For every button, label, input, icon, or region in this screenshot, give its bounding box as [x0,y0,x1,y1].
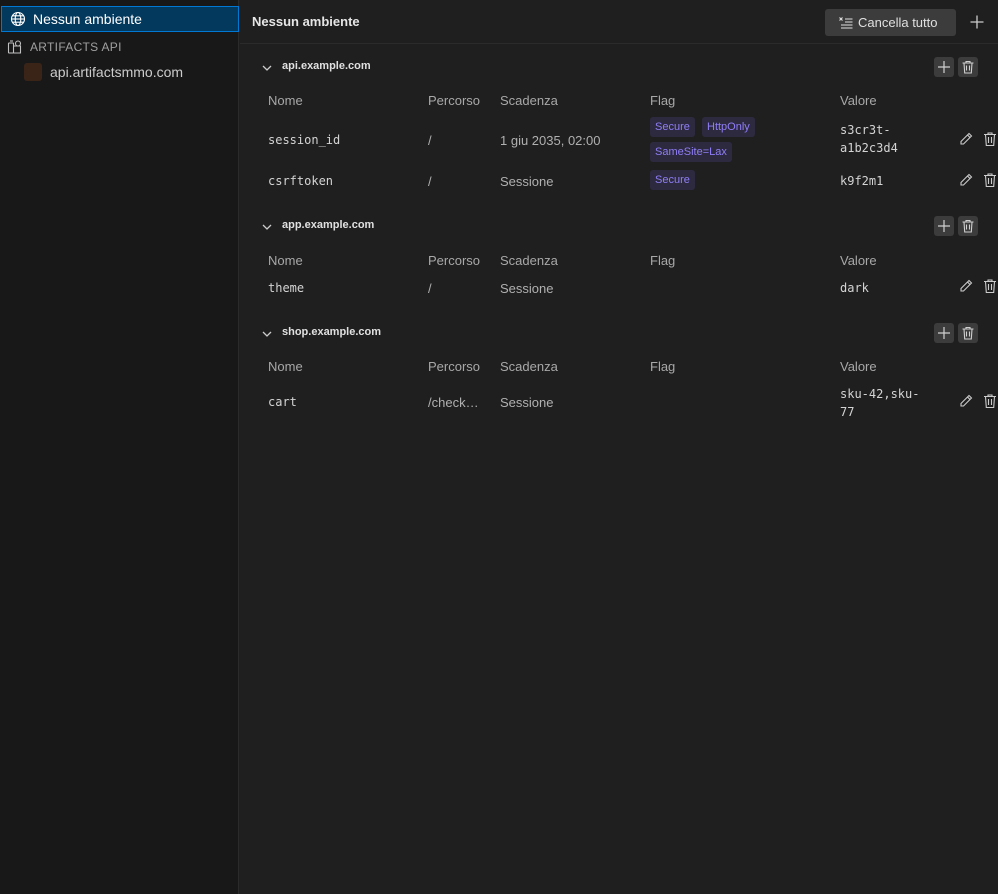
cookie-value: k9f2m1 [840,174,884,188]
column-header-value: Valore [840,93,877,108]
page-title: Nessun ambiente [252,14,360,29]
main-panel: Nessun ambiente Cancella tutto api.examp… [240,0,998,894]
pencil-icon[interactable] [958,172,974,188]
cookie-name: theme [268,281,305,295]
flag-badge: Secure [650,117,695,137]
cookie-expires: 1 giu 2035, 02:00 [500,133,601,148]
trash-icon [961,60,975,74]
add-cookie-button[interactable] [934,216,954,236]
globe-icon [10,11,26,27]
clear-all-label: Cancella tutto [858,15,938,30]
column-header-value: Valore [840,359,877,374]
collection-icon [7,39,23,55]
domain-title: api.example.com [282,60,371,72]
chevron-down-icon[interactable] [260,327,274,341]
trash-icon [961,219,975,233]
domain-title: shop.example.com [282,326,382,338]
column-header-name: Nome [268,253,303,268]
trash-icon[interactable] [982,393,998,409]
column-header-expires: Scadenza [500,253,558,268]
sidebar-item-no-environment[interactable]: Nessun ambiente [1,6,239,32]
plus-icon [937,60,951,74]
flag-badge: Secure [650,170,695,190]
add-cookie-button[interactable] [967,12,987,32]
clear-all-button[interactable]: Cancella tutto [825,9,956,36]
cookie-path: / [428,174,432,189]
sidebar-item-label: api.artifactsmmo.com [50,64,184,80]
sidebar-group-artifacts-api[interactable]: ARTIFACTS API [0,37,238,57]
column-header-expires: Scadenza [500,93,558,108]
column-header-value: Valore [840,253,877,268]
column-header-flags: Flag [650,359,676,374]
flag-badge: SameSite=Lax [650,142,732,162]
trash-icon[interactable] [982,131,998,147]
column-header-expires: Scadenza [500,359,558,374]
section-header: api.example.com [240,57,998,77]
pencil-icon[interactable] [958,278,974,294]
pencil-icon[interactable] [958,131,974,147]
chevron-down-icon[interactable] [260,220,274,234]
cookie-value: dark [840,281,869,295]
sidebar: Nessun ambiente ARTIFACTS API api.artifa… [0,0,239,894]
column-header-path: Percorso [428,253,481,268]
sidebar-item-label: Nessun ambiente [33,11,142,27]
delete-domain-button[interactable] [958,57,978,77]
cookie-name: cart [268,395,297,409]
cookie-value: s3cr3t-a1b2c3d4 [840,123,898,155]
column-header-flags: Flag [650,93,676,108]
plus-icon [969,14,985,30]
domain-title: app.example.com [282,219,375,231]
cookie-name: csrftoken [268,174,334,188]
chevron-down-icon[interactable] [260,61,274,75]
delete-domain-button[interactable] [958,323,978,343]
favicon-icon [24,63,42,81]
flag-badge: HttpOnly [702,117,755,137]
cookie-value: sku-42,sku-77 [840,387,920,419]
domain-section: api.example.com Nome Percorso Scadenza F… [240,57,998,197]
cookie-expires: Sessione [500,395,554,410]
section-header: app.example.com [240,216,998,236]
trash-icon[interactable] [982,278,998,294]
column-header-path: Percorso [428,359,481,374]
cookie-path: / [428,281,432,296]
delete-domain-button[interactable] [958,216,978,236]
add-cookie-button[interactable] [934,57,954,77]
trash-icon[interactable] [982,172,998,188]
sidebar-item-api-artifactsmmo[interactable]: api.artifactsmmo.com [0,61,238,83]
sidebar-group-label: ARTIFACTS API [30,40,122,54]
add-cookie-button[interactable] [934,323,954,343]
column-header-flags: Flag [650,253,676,268]
column-header-name: Nome [268,93,303,108]
cookie-expires: Sessione [500,281,554,296]
cookie-name: session_id [268,133,341,147]
header: Nessun ambiente Cancella tutto [240,0,998,44]
cookie-path: /check… [428,395,479,410]
column-header-path: Percorso [428,93,481,108]
trash-icon [961,326,975,340]
clear-all-icon [838,15,854,31]
cookie-expires: Sessione [500,174,554,189]
plus-icon [937,326,951,340]
cookie-path: / [428,133,432,148]
column-header-name: Nome [268,359,303,374]
domain-section: shop.example.com Nome Percorso Scadenza … [240,323,998,433]
pencil-icon[interactable] [958,393,974,409]
section-header: shop.example.com [240,323,998,343]
domain-section: app.example.com Nome Percorso Scadenza F… [240,216,998,306]
plus-icon [937,219,951,233]
